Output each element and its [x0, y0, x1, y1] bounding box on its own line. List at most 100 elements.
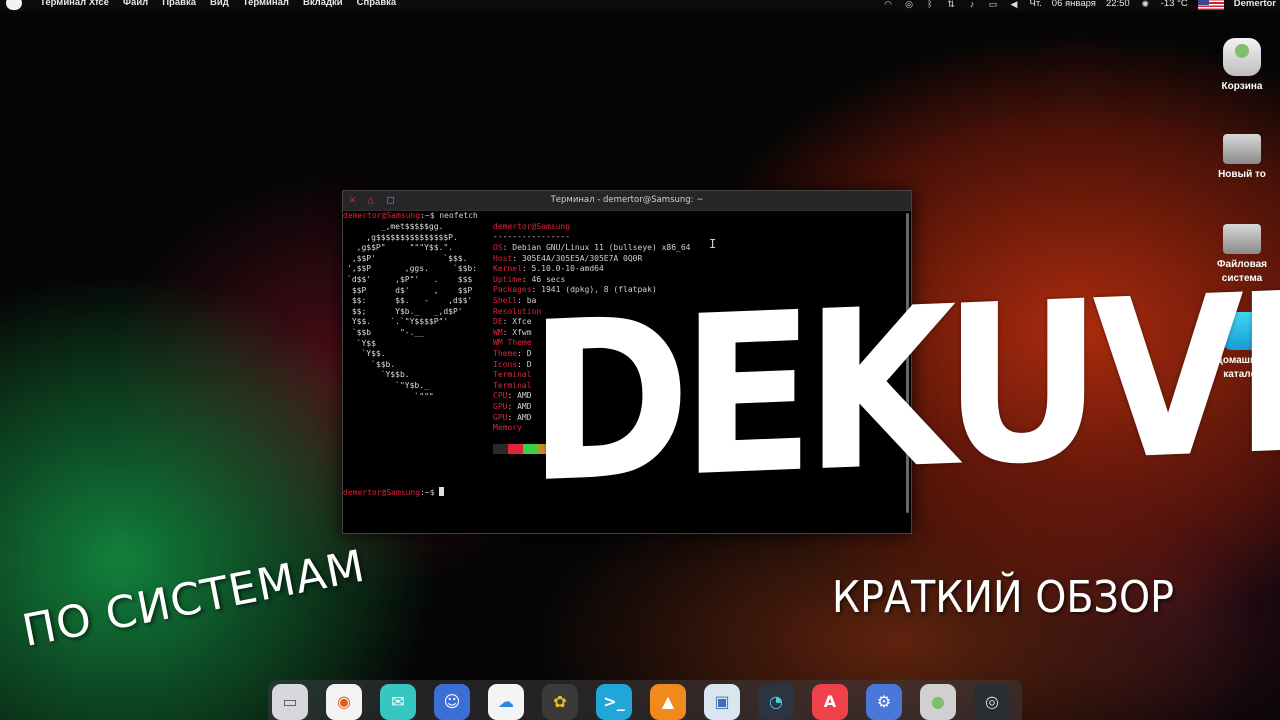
dock-trash-icon[interactable]: ●	[920, 684, 956, 720]
info-row: WM: Xfwm	[493, 328, 532, 339]
ibeam-cursor-icon: I	[709, 237, 717, 251]
info-key: Theme	[493, 349, 518, 358]
logo-line: `"Y$b._	[347, 381, 429, 390]
clock-time[interactable]: 22:50	[1106, 0, 1130, 9]
logo-line: `Y$$b.	[347, 370, 410, 380]
info-row: CPU: AMD	[493, 391, 532, 402]
dock-vlc-icon[interactable]: ▲	[650, 684, 686, 720]
prompt-command: neofetch	[439, 211, 478, 220]
info-row: OS: Debian GNU/Linux 11 (bullseye) x86_6…	[493, 243, 690, 254]
user-menu[interactable]: Demertor	[1234, 0, 1276, 9]
info-key: GPU	[493, 412, 508, 422]
info-key: DE	[493, 317, 503, 327]
dock-cloud-icon[interactable]: ☁	[488, 684, 524, 720]
dock-finder-icon[interactable]: ☺	[434, 684, 470, 720]
logo-line: `d$$' ,$P"' . $$$	[347, 275, 473, 284]
info-key: Terminal	[493, 370, 532, 380]
drive-icon	[1223, 134, 1261, 164]
info-key: Kernel	[493, 264, 522, 274]
temperature[interactable]: -13 °C	[1161, 0, 1188, 9]
menu-terminal[interactable]: Терминал	[243, 0, 289, 8]
info-key: Packages	[493, 285, 532, 295]
info-row: Theme: D	[493, 349, 532, 360]
clock-date[interactable]: 06 января	[1052, 0, 1096, 9]
info-row: Terminal	[493, 381, 532, 392]
dock-files-icon[interactable]: ▭	[272, 684, 308, 720]
info-key: OS	[493, 243, 503, 252]
desktop-icon-new-volume[interactable]: Новый то	[1202, 128, 1280, 182]
dock-system-monitor-icon[interactable]: ◔	[758, 684, 794, 720]
text-cursor	[439, 487, 445, 496]
keyboard-layout-flag-icon[interactable]	[1197, 0, 1224, 10]
logo-line: _,met$$$$$gg.	[347, 222, 444, 231]
desktop-icon-trash[interactable]: Корзина	[1202, 38, 1280, 94]
prompt-suffix: :~$	[420, 211, 440, 220]
overlay-caption-right: КРАТКИЙ ОБЗОР	[832, 572, 1174, 623]
dock-app-store-icon[interactable]: A	[812, 684, 848, 720]
menu-help[interactable]: Справка	[357, 0, 397, 8]
battery-icon[interactable]: ▭	[988, 0, 999, 9]
logo-line: $$; Y$b._ _,d$P'	[347, 306, 463, 316]
volume-icon[interactable]: ◀	[1009, 0, 1020, 9]
network-icon[interactable]: ⇅	[946, 0, 957, 9]
prompt-line: demertor@Samsung:~$ neofetch	[343, 211, 478, 222]
overlay-title: DEKUVE	[528, 244, 1280, 533]
menu-edit[interactable]: Правка	[162, 0, 196, 8]
dock-photos-icon[interactable]: ✿	[542, 684, 578, 720]
info-key: Memory	[493, 423, 522, 433]
info-key: Icons	[493, 359, 518, 369]
dock-firefox-icon[interactable]: ◉	[326, 684, 362, 720]
info-key: GPU	[493, 402, 508, 411]
user-switch-icon[interactable]: ◎	[904, 0, 915, 9]
info-separator: ----------------	[493, 232, 571, 241]
info-value: : 305E4A/305E5A/305E7A 0Q0R	[512, 253, 643, 263]
dock: ▭ ◉ ✉ ☺ ☁ ✿ >_ ▲ ▣ ◔ A ⚙ ● ◎	[268, 680, 1022, 720]
overlay-caption-left: ПО СИСТЕМАМ	[18, 540, 370, 657]
info-key: Terminal	[493, 380, 532, 390]
dock-terminal-icon[interactable]: >_	[596, 684, 632, 720]
info-key: WM Theme	[493, 338, 532, 348]
info-row: Host: 305E4A/305E5A/305E7A 0Q0R	[493, 254, 642, 265]
info-key: Shell	[493, 296, 518, 305]
bluetooth-icon[interactable]: ᛒ	[925, 0, 936, 9]
menu-bar: Терминал Xfce Файл Правка Вид Терминал В…	[40, 0, 396, 8]
info-header: demertor@Samsung	[493, 222, 571, 231]
info-row: GPU: AMD	[493, 402, 532, 413]
logo-line: `"""	[347, 391, 434, 401]
menu-app-name[interactable]: Терминал Xfce	[40, 0, 109, 8]
system-tray: ◠ ◎ ᛒ ⇅ ♪ ▭ ◀ Чт. 06 января 22:50 ✺ -13 …	[883, 0, 1280, 10]
info-key: Host	[493, 253, 513, 263]
desktop-icon-label: Корзина	[1221, 81, 1263, 92]
trash-icon	[1223, 38, 1261, 76]
logo-line: ,g$$P" """Y$$.".	[347, 243, 453, 253]
logo-line: $$: $$. - ,d$$'	[347, 296, 473, 306]
terminal-titlebar[interactable]: ✕ △ □ Терминал - demertor@Samsung: ~	[343, 191, 911, 211]
apple-menu-icon[interactable]	[6, 0, 22, 10]
notification-bell-icon[interactable]: ♪	[967, 0, 978, 9]
menu-view[interactable]: Вид	[210, 0, 229, 8]
info-key: Uptime	[493, 274, 522, 284]
info-row: Memory	[493, 423, 522, 434]
weekday: Чт.	[1029, 0, 1042, 9]
logo-line: Y$$. `.`"Y$$$$P"'	[347, 317, 449, 327]
info-row: GPU: AMD	[493, 413, 532, 424]
info-key: WM	[493, 327, 503, 337]
logo-line: ',$$P ,ggs. `$$b:	[347, 264, 478, 274]
dock-mail-icon[interactable]: ✉	[380, 684, 416, 720]
weather-icon[interactable]: ✺	[1140, 0, 1151, 9]
info-row: Icons: D	[493, 360, 532, 371]
menu-file[interactable]: Файл	[123, 0, 148, 8]
logo-line: `$$b.	[347, 359, 396, 369]
logo-line: ,g$$$$$$$$$$$$$$$P.	[347, 232, 458, 242]
wifi-icon[interactable]: ◠	[883, 0, 894, 9]
dock-settings-icon[interactable]: ⚙	[866, 684, 902, 720]
dock-obs-icon[interactable]: ◎	[974, 684, 1010, 720]
prompt-suffix: :~$	[420, 488, 440, 497]
dock-image-viewer-icon[interactable]: ▣	[704, 684, 740, 720]
info-key: CPU	[493, 391, 508, 401]
logo-line: `Y$$.	[347, 349, 386, 359]
logo-line: `Y$$	[347, 338, 376, 348]
menu-tabs[interactable]: Вкладки	[303, 0, 343, 8]
terminal-title: Терминал - demertor@Samsung: ~	[550, 195, 704, 205]
desktop-icon-label: Новый то	[1218, 169, 1266, 180]
